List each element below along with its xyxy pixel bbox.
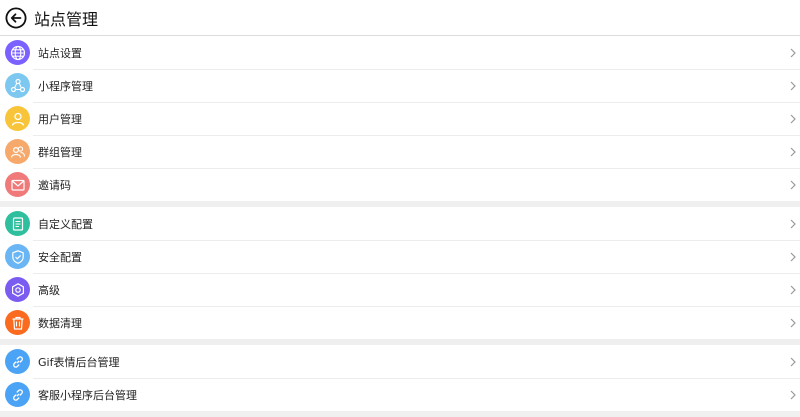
chevron-right-icon [790,48,796,57]
menu-item-custom-config[interactable]: 自定义配置 [0,207,800,240]
menu-item-label: 邀请码 [38,178,71,192]
menu-item-gif-admin[interactable]: Gif表情后台管理 [0,345,800,378]
menu-item-label: 群组管理 [38,145,82,159]
app-header: 站点管理 [0,0,800,36]
menu-item-label: 客服小程序后台管理 [38,388,137,402]
chevron-right-icon [790,219,796,228]
menu-item-site-settings[interactable]: 站点设置 [0,36,800,69]
chevron-right-icon [790,180,796,189]
menu-item-support-miniapp-admin[interactable]: 客服小程序后台管理 [0,378,800,411]
chevron-right-icon [790,357,796,366]
settings-group-general: 站点设置 小程序管理 用户管理 群组管理 邀请码 [0,36,800,201]
menu-item-label: Gif表情后台管理 [38,355,120,369]
chevron-right-icon [790,285,796,294]
back-button[interactable] [5,6,27,29]
menu-item-security-config[interactable]: 安全配置 [0,240,800,273]
shield-check-icon [5,244,30,269]
menu-item-group-management[interactable]: 群组管理 [0,135,800,168]
chevron-right-icon [790,114,796,123]
settings-group-backend: Gif表情后台管理 客服小程序后台管理 [0,345,800,411]
menu-item-invite-code[interactable]: 邀请码 [0,168,800,201]
user-icon [5,106,30,131]
chevron-right-icon [790,252,796,261]
globe-icon [5,40,30,65]
users-icon [5,139,30,164]
menu-item-label: 高级 [38,283,60,297]
link-icon [5,349,30,374]
chevron-right-icon [790,81,796,90]
menu-item-label: 自定义配置 [38,217,93,231]
menu-item-label: 用户管理 [38,112,82,126]
link-icon [5,382,30,407]
mail-icon [5,172,30,197]
page-title: 站点管理 [34,9,99,29]
menu-item-label: 小程序管理 [38,79,93,93]
menu-item-miniapp-management[interactable]: 小程序管理 [0,69,800,102]
menu-item-label: 站点设置 [38,46,82,60]
menu-item-data-cleanup[interactable]: 数据清理 [0,306,800,339]
share-nodes-icon [5,73,30,98]
document-icon [5,211,30,236]
settings-hex-icon [5,277,30,302]
menu-item-label: 安全配置 [38,250,82,264]
chevron-right-icon [790,318,796,327]
back-arrow-icon [5,6,27,29]
menu-item-advanced[interactable]: 高级 [0,273,800,306]
menu-item-label: 数据清理 [38,316,82,330]
trash-icon [5,310,30,335]
menu-item-user-management[interactable]: 用户管理 [0,102,800,135]
chevron-right-icon [790,390,796,399]
chevron-right-icon [790,147,796,156]
settings-group-config: 自定义配置 安全配置 高级 数据清理 [0,207,800,339]
